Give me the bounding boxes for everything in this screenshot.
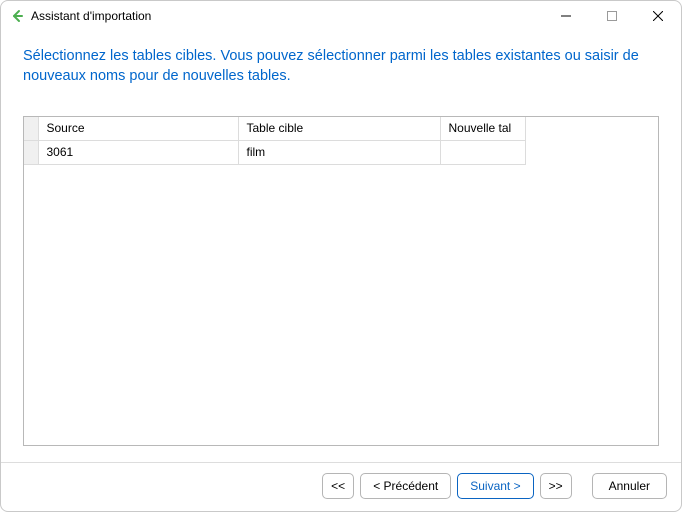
cell-new-table[interactable]: [440, 141, 525, 165]
row-marker-header: [24, 117, 38, 141]
cancel-button[interactable]: Annuler: [592, 473, 667, 499]
mapping-table[interactable]: Source Table cible Nouvelle tal 3061 fil…: [24, 117, 526, 165]
cell-target[interactable]: film: [238, 141, 440, 165]
app-icon: [9, 8, 25, 24]
header-new-table[interactable]: Nouvelle tal: [440, 117, 525, 141]
close-button[interactable]: [635, 1, 681, 31]
previous-button[interactable]: < Précédent: [360, 473, 451, 499]
last-button[interactable]: >>: [540, 473, 572, 499]
minimize-button[interactable]: [543, 1, 589, 31]
titlebar: Assistant d'importation: [1, 1, 681, 31]
import-wizard-window: Assistant d'importation Sélectionnez les…: [0, 0, 682, 512]
header-target[interactable]: Table cible: [238, 117, 440, 141]
window-title: Assistant d'importation: [31, 9, 151, 23]
content-area: Sélectionnez les tables cibles. Vous pou…: [1, 31, 681, 462]
first-button[interactable]: <<: [322, 473, 354, 499]
maximize-button[interactable]: [589, 1, 635, 31]
wizard-footer: << < Précédent Suivant > >> Annuler: [1, 462, 681, 511]
table-header-row: Source Table cible Nouvelle tal: [24, 117, 525, 141]
header-source[interactable]: Source: [38, 117, 238, 141]
mapping-table-container: Source Table cible Nouvelle tal 3061 fil…: [23, 116, 659, 446]
window-controls: [543, 1, 681, 31]
next-button[interactable]: Suivant >: [457, 473, 533, 499]
instruction-text: Sélectionnez les tables cibles. Vous pou…: [23, 47, 659, 86]
cell-source[interactable]: 3061: [38, 141, 238, 165]
row-marker[interactable]: [24, 141, 38, 165]
table-row[interactable]: 3061 film: [24, 141, 525, 165]
